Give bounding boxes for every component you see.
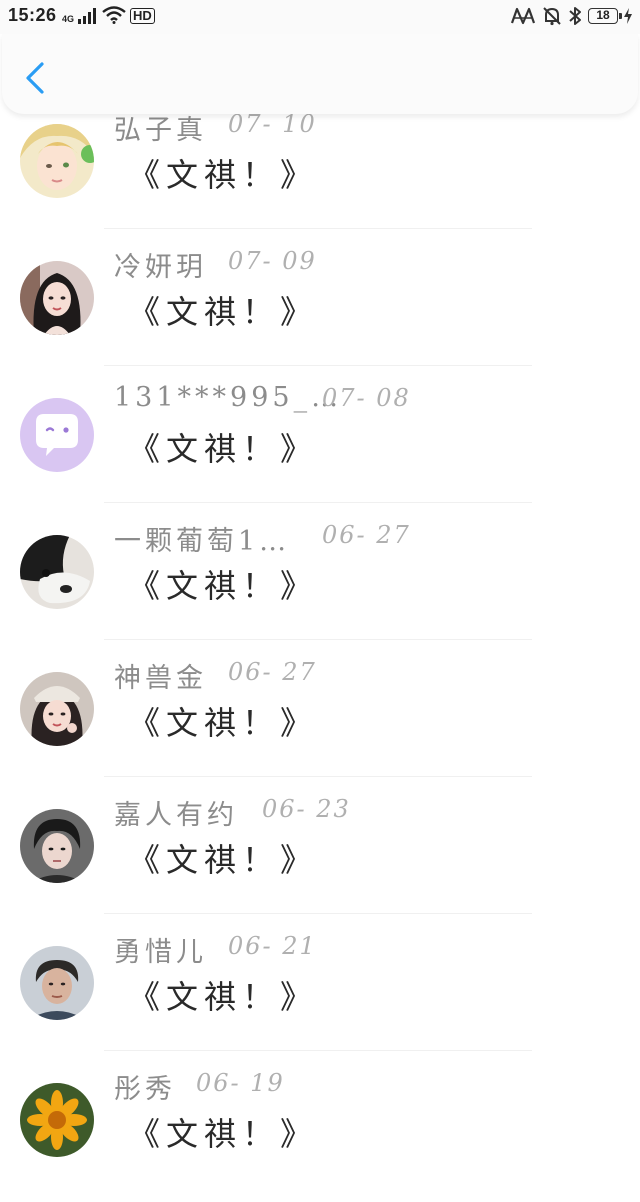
avatar[interactable] bbox=[20, 535, 94, 609]
comment-text: 《文祺！》 bbox=[128, 704, 319, 742]
avatar[interactable] bbox=[20, 1083, 94, 1157]
divider bbox=[104, 502, 532, 503]
comment-author[interactable]: 冷妍玥 bbox=[114, 245, 207, 284]
divider bbox=[104, 776, 532, 777]
charging-icon bbox=[624, 8, 632, 24]
comment-date: 07- 09 bbox=[228, 247, 317, 275]
comment-date: 06- 23 bbox=[262, 795, 351, 823]
top-nav-bar bbox=[2, 34, 638, 114]
comment-date: 07- 08 bbox=[322, 384, 411, 412]
signal-icon bbox=[78, 8, 97, 24]
avatar[interactable] bbox=[20, 672, 94, 746]
avatar[interactable] bbox=[20, 398, 94, 472]
comment-date: 06- 21 bbox=[228, 932, 317, 960]
chevron-left-icon bbox=[26, 62, 44, 94]
status-right-icons: 18 bbox=[510, 6, 632, 26]
status-left-icons: 4G HD bbox=[62, 6, 155, 24]
divider bbox=[104, 1050, 532, 1051]
hd-badge: HD bbox=[130, 8, 155, 24]
wifi-icon bbox=[102, 6, 126, 24]
comment-text: 《文祺！》 bbox=[128, 430, 319, 468]
list-item[interactable]: 勇惜儿 06- 21 《文祺！》 bbox=[0, 928, 640, 1065]
bluetooth-icon bbox=[569, 7, 581, 25]
divider bbox=[104, 913, 532, 914]
comment-author[interactable]: 131***995_… bbox=[114, 382, 342, 413]
comment-text: 《文祺！》 bbox=[128, 1115, 319, 1153]
divider bbox=[104, 639, 532, 640]
nfc-icon bbox=[510, 7, 536, 25]
status-time: 15:26 bbox=[8, 5, 57, 25]
comment-text: 《文祺！》 bbox=[128, 567, 319, 605]
comment-author[interactable]: 神兽金 bbox=[114, 656, 207, 695]
comment-text: 《文祺！》 bbox=[128, 978, 319, 1016]
comment-date: 07- 10 bbox=[228, 110, 317, 138]
divider bbox=[104, 365, 532, 366]
list-item[interactable]: 131***995_… 07- 08 《文祺！》 bbox=[0, 380, 640, 517]
avatar[interactable] bbox=[20, 261, 94, 335]
comment-date: 06- 27 bbox=[228, 658, 317, 686]
mute-bell-icon bbox=[543, 7, 561, 26]
list-item[interactable]: 彤秀 06- 19 《文祺！》 bbox=[0, 1065, 640, 1202]
comment-author[interactable]: 彤秀 bbox=[114, 1067, 176, 1106]
battery-indicator: 18 bbox=[588, 8, 622, 24]
list-item[interactable]: 嘉人有约 06- 23 《文祺！》 bbox=[0, 791, 640, 928]
avatar[interactable] bbox=[20, 124, 94, 198]
comment-text: 《文祺！》 bbox=[128, 841, 319, 879]
comment-date: 06- 19 bbox=[196, 1069, 285, 1097]
list-item[interactable]: 一颗葡萄1… 06- 27 《文祺！》 bbox=[0, 517, 640, 654]
list-item[interactable]: 冷妍玥 07- 09 《文祺！》 bbox=[0, 243, 640, 380]
comment-author[interactable]: 一颗葡萄1… bbox=[114, 519, 290, 558]
comment-author[interactable]: 勇惜儿 bbox=[114, 930, 207, 969]
status-bar: 15:26 4G HD 18 bbox=[0, 0, 640, 34]
comment-author[interactable]: 嘉人有约 bbox=[114, 793, 238, 832]
comment-date: 06- 27 bbox=[322, 521, 411, 549]
network-type: 4G bbox=[62, 14, 75, 24]
list-item[interactable]: 弘子真 07- 10 《文祺！》 bbox=[0, 106, 640, 243]
avatar[interactable] bbox=[20, 809, 94, 883]
divider bbox=[104, 228, 532, 229]
comment-text: 《文祺！》 bbox=[128, 156, 319, 194]
comment-text: 《文祺！》 bbox=[128, 293, 319, 331]
avatar[interactable] bbox=[20, 946, 94, 1020]
list-item[interactable]: 神兽金 06- 27 《文祺！》 bbox=[0, 654, 640, 791]
back-button[interactable] bbox=[20, 60, 50, 96]
